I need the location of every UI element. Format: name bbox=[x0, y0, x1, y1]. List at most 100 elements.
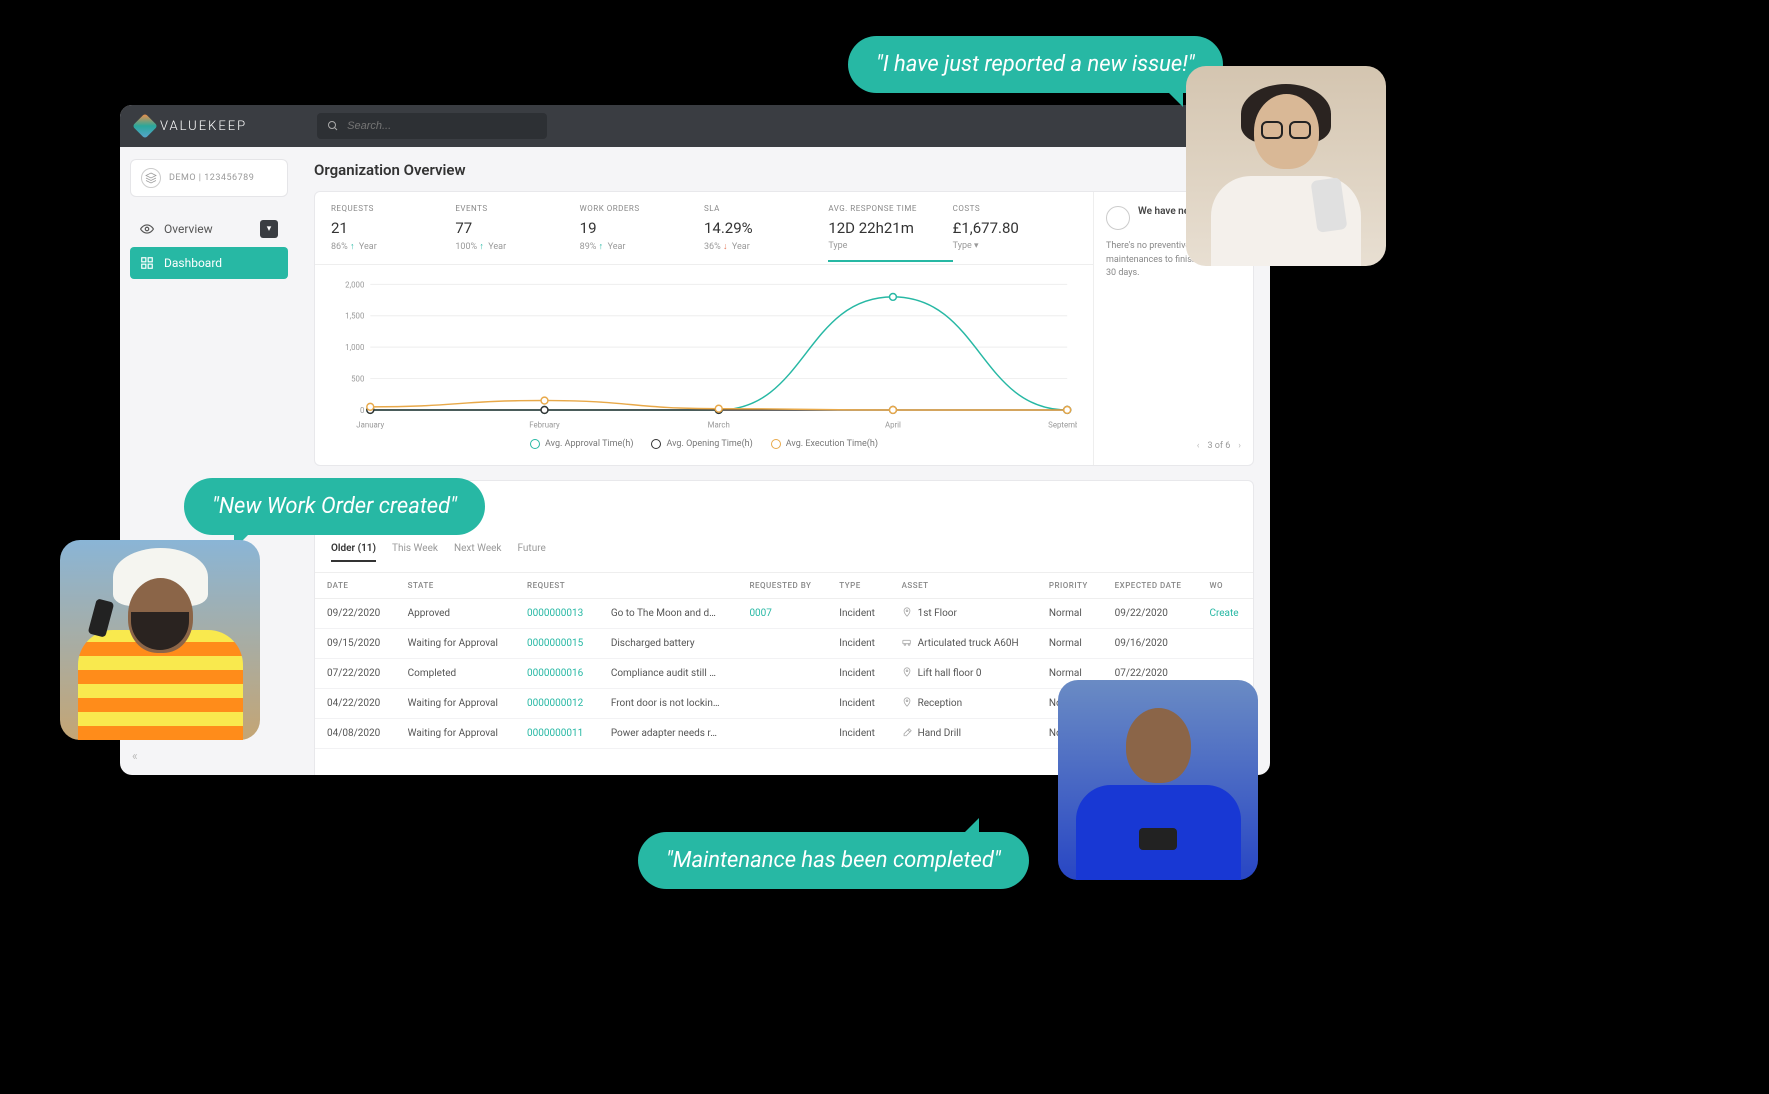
asset-icon bbox=[902, 697, 912, 710]
tab-next-week[interactable]: Next Week bbox=[454, 543, 502, 562]
legend-item[interactable]: Avg. Execution Time(h) bbox=[771, 439, 878, 449]
metrics-row: REQUESTS 21 86% ↑ Year EVENTS77100% ↑ YearW… bbox=[315, 192, 1093, 265]
search-bar[interactable] bbox=[317, 113, 547, 139]
cell-request[interactable]: 0000000016 bbox=[515, 659, 599, 689]
legend-item[interactable]: Avg. Approval Time(h) bbox=[530, 439, 633, 449]
app-window: VALUEKEEP DEMO | 123456789 Overview ▾ bbox=[120, 105, 1270, 775]
chart-area: 0 500 1,000 1,500 2,000 January February March A… bbox=[315, 265, 1093, 465]
org-badge[interactable]: DEMO | 123456789 bbox=[130, 159, 288, 197]
metric-sub: 89% ↑ Year bbox=[580, 241, 696, 252]
col-date[interactable]: DATE bbox=[315, 573, 396, 599]
pager-next[interactable]: › bbox=[1238, 441, 1241, 451]
asset-icon bbox=[902, 667, 912, 680]
brand-logo: VALUEKEEP bbox=[136, 117, 247, 135]
col-wo[interactable]: WO bbox=[1197, 573, 1253, 599]
metric-costs[interactable]: COSTS£1,677.80Type ▾ bbox=[953, 204, 1077, 252]
metric-label: EVENTS bbox=[455, 204, 571, 213]
svg-text:1,500: 1,500 bbox=[345, 312, 364, 321]
cell-state: Waiting for Approval bbox=[396, 689, 515, 719]
cell-requested-by[interactable] bbox=[737, 629, 827, 659]
cell-date: 04/22/2020 bbox=[315, 689, 396, 719]
speech-bubble-workorder: "New Work Order created" bbox=[184, 478, 485, 535]
metric-label: REQUESTS bbox=[331, 204, 447, 213]
pager-prev[interactable]: ‹ bbox=[1197, 441, 1200, 451]
news-icon bbox=[1106, 206, 1130, 230]
cell-state: Completed bbox=[396, 659, 515, 689]
svg-text:0: 0 bbox=[360, 406, 364, 415]
cell-desc: Compliance audit still … bbox=[599, 659, 738, 689]
col-asset[interactable]: ASSET bbox=[890, 573, 1037, 599]
col-priority[interactable]: PRIORITY bbox=[1037, 573, 1103, 599]
cell-asset: Hand Drill bbox=[890, 719, 1037, 749]
chevron-down-icon[interactable]: ▾ bbox=[260, 220, 278, 238]
svg-text:1,000: 1,000 bbox=[345, 343, 364, 352]
avatar-worker bbox=[60, 540, 260, 740]
metric-requests[interactable]: REQUESTS 21 86% ↑ Year bbox=[331, 204, 455, 252]
cell-request[interactable]: 0000000015 bbox=[515, 629, 599, 659]
table-row[interactable]: 09/22/2020Approved0000000013Go to The Mo… bbox=[315, 599, 1253, 629]
eye-icon bbox=[140, 222, 154, 236]
search-input[interactable] bbox=[347, 120, 537, 132]
collapse-sidebar-button[interactable]: « bbox=[132, 749, 138, 763]
cell-desc: Front door is not lockin… bbox=[599, 689, 738, 719]
avatar-technician bbox=[1058, 680, 1258, 880]
svg-text:2,000: 2,000 bbox=[345, 280, 364, 289]
cell-requested-by[interactable] bbox=[737, 689, 827, 719]
metric-work-orders[interactable]: WORK ORDERS1989% ↑ Year bbox=[580, 204, 704, 252]
cell-type: Incident bbox=[827, 659, 889, 689]
grid-icon bbox=[140, 256, 154, 270]
metric-sub: 100% ↑ Year bbox=[455, 241, 571, 252]
cell-priority: Normal bbox=[1037, 599, 1103, 629]
cell-type: Incident bbox=[827, 689, 889, 719]
cell-requested-by[interactable] bbox=[737, 719, 827, 749]
brand-text: VALUEKEEP bbox=[160, 119, 247, 134]
asset-icon bbox=[902, 637, 912, 650]
metric-avg-response-time[interactable]: AVG. RESPONSE TIME12D 22h21mType bbox=[828, 204, 952, 262]
cell-asset: Articulated truck A60H bbox=[890, 629, 1037, 659]
tab-future[interactable]: Future bbox=[518, 543, 546, 562]
speech-bubble-maintenance: "Maintenance has been completed" bbox=[638, 832, 1029, 889]
metrics-card: REQUESTS 21 86% ↑ Year EVENTS77100% ↑ YearW… bbox=[314, 191, 1254, 466]
nav-dashboard-label: Dashboard bbox=[164, 256, 222, 270]
svg-text:February: February bbox=[529, 421, 560, 430]
svg-text:March: March bbox=[708, 421, 730, 430]
col-desc[interactable] bbox=[599, 573, 738, 599]
tab-this-week[interactable]: This Week bbox=[392, 543, 438, 562]
cell-request[interactable]: 0000000011 bbox=[515, 719, 599, 749]
metric-events[interactable]: EVENTS77100% ↑ Year bbox=[455, 204, 579, 252]
legend-item[interactable]: Avg. Opening Time(h) bbox=[651, 439, 752, 449]
topbar: VALUEKEEP bbox=[120, 105, 1270, 147]
metric-value: 14.29% bbox=[704, 219, 820, 237]
table-row[interactable]: 09/15/2020Waiting for Approval0000000015… bbox=[315, 629, 1253, 659]
svg-text:January: January bbox=[356, 421, 384, 430]
metric-value: 12D 22h21m bbox=[828, 219, 944, 237]
col-state[interactable]: STATE bbox=[396, 573, 515, 599]
col-expected-date[interactable]: EXPECTED DATE bbox=[1103, 573, 1198, 599]
cell-request[interactable]: 0000000012 bbox=[515, 689, 599, 719]
metric-value: £1,677.80 bbox=[953, 219, 1069, 237]
metric-label: AVG. RESPONSE TIME bbox=[828, 204, 944, 213]
svg-text:500: 500 bbox=[351, 375, 364, 384]
col-request[interactable]: REQUEST bbox=[515, 573, 599, 599]
cell-requested-by[interactable]: 0007 bbox=[737, 599, 827, 629]
cell-desc: Discharged battery bbox=[599, 629, 738, 659]
metric-sub: 86% ↑ Year bbox=[331, 241, 447, 252]
col-type[interactable]: TYPE bbox=[827, 573, 889, 599]
cell-wo[interactable] bbox=[1197, 629, 1253, 659]
cell-expected: 09/22/2020 bbox=[1103, 599, 1198, 629]
cell-type: Incident bbox=[827, 629, 889, 659]
asset-icon bbox=[902, 727, 912, 740]
cell-expected: 09/16/2020 bbox=[1103, 629, 1198, 659]
nav-dashboard[interactable]: Dashboard bbox=[130, 247, 288, 279]
metric-label: WORK ORDERS bbox=[580, 204, 696, 213]
pager-text: 3 of 6 bbox=[1207, 441, 1230, 451]
tab-older-[interactable]: Older (11) bbox=[331, 543, 376, 562]
metric-sla[interactable]: SLA14.29%36% ↓ Year bbox=[704, 204, 828, 252]
nav-overview[interactable]: Overview ▾ bbox=[130, 211, 288, 247]
col-requested-by[interactable]: REQUESTED BY bbox=[737, 573, 827, 599]
avatar-reporter bbox=[1186, 66, 1386, 266]
metric-value: 21 bbox=[331, 219, 447, 237]
cell-request[interactable]: 0000000013 bbox=[515, 599, 599, 629]
cell-requested-by[interactable] bbox=[737, 659, 827, 689]
cell-wo[interactable]: Create bbox=[1197, 599, 1253, 629]
